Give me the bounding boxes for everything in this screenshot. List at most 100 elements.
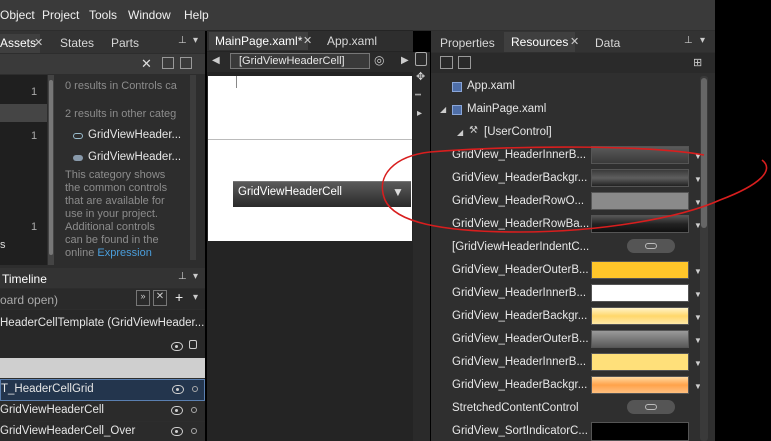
results-controls-text: 0 results in Controls ca (65, 80, 177, 92)
brush-swatch[interactable] (591, 169, 689, 187)
lock-icon[interactable] (189, 340, 197, 349)
brush-swatch[interactable] (591, 422, 689, 441)
tab-app[interactable]: App.xaml (327, 34, 377, 48)
forward-arrow-icon[interactable]: ▶ (401, 55, 409, 66)
template-title: HeaderCellTemplate (GridViewHeader... (0, 317, 205, 329)
pin-icon[interactable]: ⊥ (178, 271, 187, 282)
tab-states[interactable]: States (60, 36, 94, 50)
tree-row[interactable]: GridViewHeaderCell (0, 401, 205, 421)
resource-name[interactable]: GridView_HeaderOuterB... (452, 333, 589, 345)
menu-tools[interactable]: Tools (89, 8, 117, 22)
tree-item-usercontrol[interactable]: [UserControl] (484, 126, 552, 138)
pin-icon[interactable]: ⊥ (178, 35, 187, 46)
category-selected[interactable] (0, 104, 47, 122)
header-cell-preview[interactable]: GridViewHeaderCell ▼ (233, 181, 411, 207)
resource-name[interactable]: GridView_HeaderInnerB... (452, 356, 586, 368)
close-icon[interactable]: ✕ (303, 34, 312, 47)
asset-item[interactable]: GridViewHeader... (88, 151, 181, 163)
chevron-down-icon[interactable]: ▾ (193, 271, 198, 282)
grid-icon[interactable]: ┅ (415, 90, 421, 101)
menu-project[interactable]: Project (42, 8, 79, 22)
list-view-icon[interactable] (180, 57, 192, 69)
tree-row[interactable]: GridViewHeaderCell_Over (0, 422, 205, 441)
timeline-toolbar: oard open) » ✕ + ▾ (0, 289, 205, 309)
expand-arrow-icon[interactable]: ◢ (457, 128, 463, 137)
brush-swatch[interactable] (591, 353, 689, 371)
resource-name[interactable]: [GridViewHeaderIndentC... (452, 241, 589, 253)
add-icon[interactable]: + (175, 289, 183, 305)
brush-swatch[interactable] (591, 146, 689, 164)
resource-name[interactable]: GridView_HeaderBackgr... (452, 379, 587, 391)
resource-name[interactable]: GridView_HeaderRowBa... (452, 218, 589, 230)
detail-view-icon[interactable] (458, 56, 471, 69)
asset-search-bar[interactable]: ✕ (0, 54, 205, 74)
eye-icon[interactable] (171, 427, 183, 436)
tab-data[interactable]: Data (595, 36, 620, 50)
template-scope: HeaderCellTemplate (GridViewHeader... (0, 310, 205, 358)
resource-name[interactable]: GridView_HeaderBackgr... (452, 310, 587, 322)
tree-row-selected[interactable]: T_HeaderCellGrid (0, 379, 205, 401)
tab-resources[interactable]: Resources (504, 32, 576, 52)
menu-object[interactable]: Object (0, 8, 35, 22)
eye-icon[interactable] (172, 385, 184, 394)
brush-swatch[interactable] (591, 192, 689, 210)
tab-properties[interactable]: Properties (440, 36, 495, 50)
list-view-icon[interactable] (440, 56, 453, 69)
grid-view-icon[interactable] (162, 57, 174, 69)
close-icon[interactable]: ✕ (34, 36, 43, 49)
eye-icon[interactable] (171, 406, 183, 415)
brush-swatch[interactable] (591, 284, 689, 302)
template-resource-icon[interactable] (627, 239, 675, 253)
expression-link[interactable]: Expression (97, 247, 151, 259)
add-resource-icon[interactable]: ⊞ (693, 56, 702, 69)
template-scope-icon[interactable]: ◎ (374, 53, 384, 67)
storyboard-selector[interactable]: oard open) (0, 293, 58, 307)
move-icon[interactable]: ✥ (416, 70, 425, 83)
resource-name[interactable]: GridView_SortIndicatorC... (452, 425, 588, 437)
eye-icon[interactable] (171, 342, 183, 351)
resource-name[interactable]: GridView_HeaderBackgr... (452, 172, 587, 184)
brush-swatch[interactable] (591, 307, 689, 325)
tab-mainpage[interactable]: MainPage.xaml* (209, 32, 309, 50)
resource-name[interactable]: StretchedContentControl (452, 402, 579, 414)
artboard-icon[interactable] (415, 52, 427, 66)
lock-toggle-icon[interactable] (191, 407, 197, 413)
lock-toggle-icon[interactable] (192, 386, 198, 392)
brush-swatch[interactable] (591, 215, 689, 233)
tab-parts[interactable]: Parts (111, 36, 139, 50)
brush-swatch[interactable] (591, 261, 689, 279)
count-label: 1 (31, 86, 38, 98)
resource-name[interactable]: GridView_HeaderInnerB... (452, 149, 586, 161)
menu-help[interactable]: Help (184, 8, 209, 22)
pin-icon[interactable]: ⊥ (684, 35, 693, 46)
resource-name[interactable]: GridView_HeaderOuterB... (452, 264, 589, 276)
filter-icon[interactable]: ▼ (392, 185, 404, 199)
scrollbar-thumb[interactable] (701, 78, 707, 228)
lock-toggle-icon[interactable] (191, 428, 197, 434)
ruler-icon[interactable]: ▸ (417, 108, 422, 119)
tree-item-app[interactable]: App.xaml (467, 80, 515, 92)
resource-name[interactable]: GridView_HeaderRowO... (452, 195, 584, 207)
asset-item[interactable]: GridViewHeader... (88, 129, 181, 141)
brush-swatch[interactable] (591, 330, 689, 348)
desc-scrollbar[interactable] (190, 75, 196, 260)
close-storyboard-icon[interactable]: ✕ (153, 290, 167, 306)
resource-name[interactable]: GridView_HeaderInnerB... (452, 287, 586, 299)
artboard[interactable] (208, 76, 412, 241)
template-resource-icon[interactable] (627, 400, 675, 414)
brush-swatch[interactable] (591, 376, 689, 394)
back-arrow-icon[interactable]: ◀ (212, 55, 220, 66)
expand-arrow-icon[interactable]: ◢ (440, 105, 446, 114)
chevron-down-icon[interactable]: ▾ (700, 35, 705, 46)
breadcrumb[interactable]: [GridViewHeaderCell] (230, 53, 370, 69)
scrollbar-thumb[interactable] (49, 80, 53, 255)
artboard-divider (208, 139, 412, 140)
resources-toolbar: ⊞ (431, 53, 715, 73)
close-icon[interactable]: ✕ (570, 35, 579, 48)
chevron-down-icon[interactable]: ▾ (193, 292, 198, 303)
menu-window[interactable]: Window (128, 8, 171, 22)
clear-search-icon[interactable]: ✕ (141, 56, 152, 72)
expand-icon[interactable]: » (136, 290, 150, 306)
chevron-down-icon[interactable]: ▾ (193, 35, 198, 46)
tree-item-mainpage[interactable]: MainPage.xaml (467, 103, 546, 115)
